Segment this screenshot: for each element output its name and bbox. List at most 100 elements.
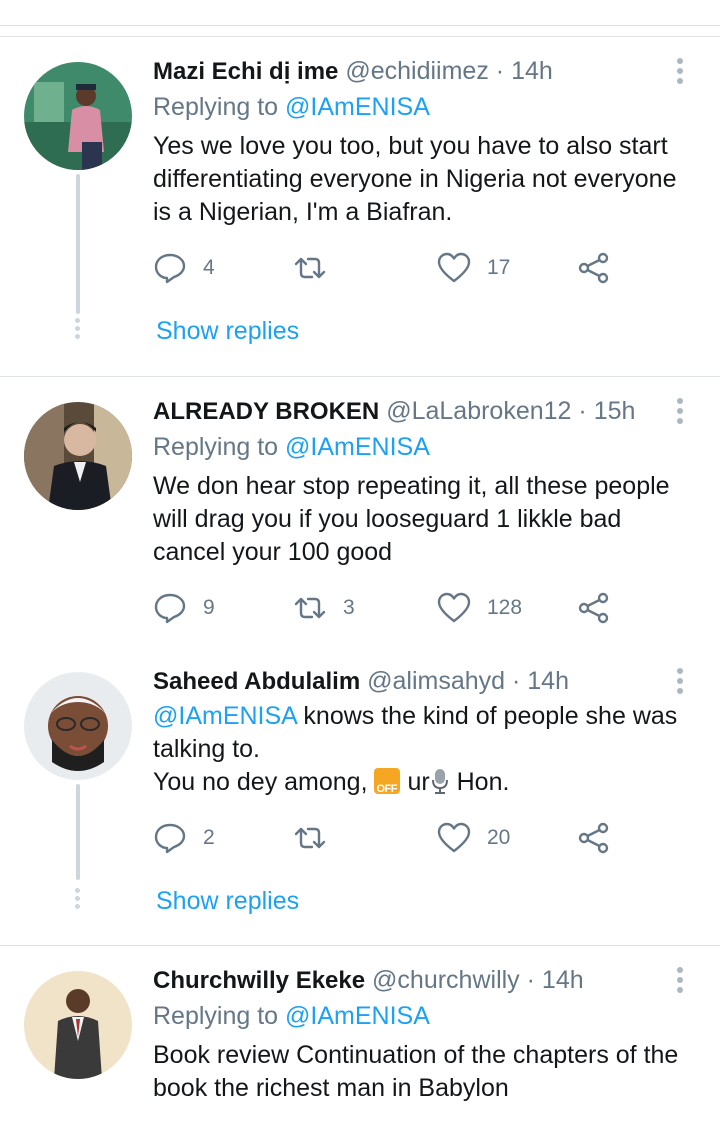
avatar[interactable]	[24, 402, 132, 510]
retweet-icon	[294, 597, 326, 619]
tweet-3[interactable]: Saheed Abdulalim @alimsahyd · 14h @IAmEN…	[0, 664, 720, 924]
user-handle[interactable]: @LaLabroken12	[386, 397, 571, 425]
timestamp[interactable]: 15h	[594, 397, 636, 425]
heart-icon	[437, 592, 471, 623]
user-handle[interactable]: @echidiimez	[345, 57, 488, 85]
thread-line	[76, 174, 80, 314]
reply-count: 9	[203, 596, 215, 619]
more-options-icon[interactable]	[674, 58, 686, 86]
tweet-text-part: You no dey among,	[153, 768, 368, 796]
replying-to: Replying to @IAmENISA	[153, 92, 430, 122]
person-avatar-icon	[24, 62, 132, 170]
display-name[interactable]: Saheed Abdulalim	[153, 668, 360, 695]
heart-icon	[437, 252, 471, 283]
divider	[0, 376, 720, 377]
like-button[interactable]: 17	[437, 250, 510, 286]
more-options-icon[interactable]	[674, 398, 686, 426]
tweet-header: Saheed Abdulalim @alimsahyd · 14h	[153, 666, 569, 697]
tweet-header: Mazi Echi dị ime @echidiimez · 14h	[153, 56, 553, 87]
thread-dots	[75, 318, 81, 342]
display-name[interactable]: Mazi Echi dị ime	[153, 58, 338, 85]
replying-label: Replying to	[153, 93, 279, 121]
tweet-1[interactable]: Mazi Echi dị ime @echidiimez · 14h Reply…	[0, 54, 720, 374]
timestamp[interactable]: 14h	[542, 966, 584, 994]
show-replies-link[interactable]: Show replies	[156, 316, 299, 346]
retweet-button[interactable]: 3	[293, 590, 355, 626]
timestamp[interactable]: 14h	[511, 57, 553, 85]
share-button[interactable]	[577, 590, 611, 626]
avatar[interactable]	[24, 971, 132, 1079]
timestamp[interactable]: 14h	[527, 667, 569, 695]
tweet-header: ALREADY BROKEN @LaLabroken12 · 15h	[153, 396, 635, 427]
avatar[interactable]	[24, 62, 132, 170]
tweet-text: We don hear stop repeating it, all these…	[153, 472, 670, 566]
replying-label: Replying to	[153, 1002, 279, 1030]
share-icon	[578, 822, 609, 854]
tweet-4[interactable]: Churchwilly Ekeke @churchwilly · 14h Rep…	[0, 963, 720, 1133]
separator: ·	[578, 397, 587, 425]
reply-button[interactable]: 4	[153, 250, 215, 286]
action-bar: 2 20	[153, 820, 623, 856]
mention-link[interactable]: @IAmENISA	[153, 702, 296, 730]
tweet-text: @IAmENISA knows the kind of people she w…	[153, 700, 698, 799]
display-name[interactable]: Churchwilly Ekeke	[153, 967, 365, 994]
share-button[interactable]	[577, 820, 611, 856]
reply-icon	[154, 253, 186, 284]
action-bar: 4 17	[153, 250, 623, 286]
tweet-text-part: Hon.	[456, 768, 510, 796]
like-count: 128	[487, 596, 523, 619]
retweet-icon	[294, 257, 326, 279]
retweet-icon	[294, 827, 326, 849]
reply-count: 4	[203, 256, 215, 279]
person-avatar-icon	[24, 402, 132, 510]
thread-dots	[75, 888, 81, 912]
person-avatar-icon	[24, 672, 132, 780]
replying-to: Replying to @IAmENISA	[153, 432, 430, 462]
avatar[interactable]	[24, 672, 132, 780]
tweet-2[interactable]: ALREADY BROKEN @LaLabroken12 · 15h Reply…	[0, 394, 720, 644]
heart-icon	[437, 822, 471, 853]
retweet-count: 3	[343, 596, 355, 619]
thread-line	[76, 784, 80, 880]
separator: ·	[495, 57, 505, 85]
divider	[0, 36, 720, 37]
mention-link[interactable]: @IAmENISA	[285, 1002, 430, 1030]
more-options-icon[interactable]	[674, 967, 686, 995]
tweet-text: Book review Continuation of the chapters…	[153, 1041, 679, 1102]
like-count: 17	[487, 256, 511, 279]
emoji-label: OFF	[376, 783, 397, 795]
reply-icon	[154, 823, 186, 854]
share-button[interactable]	[577, 250, 611, 286]
reply-icon	[154, 593, 186, 624]
divider	[0, 25, 720, 26]
share-icon	[578, 252, 609, 284]
like-button[interactable]: 20	[437, 820, 510, 856]
reply-count: 2	[203, 826, 215, 849]
like-button[interactable]: 128	[437, 590, 522, 626]
share-icon	[578, 592, 609, 624]
user-handle[interactable]: @churchwilly	[372, 966, 520, 994]
display-name[interactable]: ALREADY BROKEN	[153, 398, 379, 425]
tweet-header: Churchwilly Ekeke @churchwilly · 14h	[153, 965, 584, 996]
divider	[0, 945, 720, 946]
reply-button[interactable]: 2	[153, 820, 215, 856]
mention-link[interactable]: @IAmENISA	[285, 93, 430, 121]
tweet-text: Yes we love you too, but you have to als…	[153, 132, 677, 226]
like-count: 20	[487, 826, 511, 849]
off-button-emoji-icon: OFF	[374, 768, 401, 795]
show-replies-link[interactable]: Show replies	[156, 886, 299, 916]
action-bar: 9 3 128	[153, 590, 623, 626]
reply-button[interactable]: 9	[153, 590, 215, 626]
person-avatar-icon	[24, 971, 132, 1079]
microphone-emoji-icon	[431, 769, 448, 794]
tweet-text-part: ur	[407, 768, 430, 796]
separator: ·	[526, 966, 535, 994]
more-options-icon[interactable]	[674, 668, 686, 696]
replying-label: Replying to	[153, 433, 279, 461]
user-handle[interactable]: @alimsahyd	[367, 667, 505, 695]
retweet-button[interactable]	[293, 820, 343, 856]
retweet-button[interactable]	[293, 250, 343, 286]
mention-link[interactable]: @IAmENISA	[285, 433, 430, 461]
separator: ·	[512, 667, 521, 695]
replying-to: Replying to @IAmENISA	[153, 1001, 430, 1031]
